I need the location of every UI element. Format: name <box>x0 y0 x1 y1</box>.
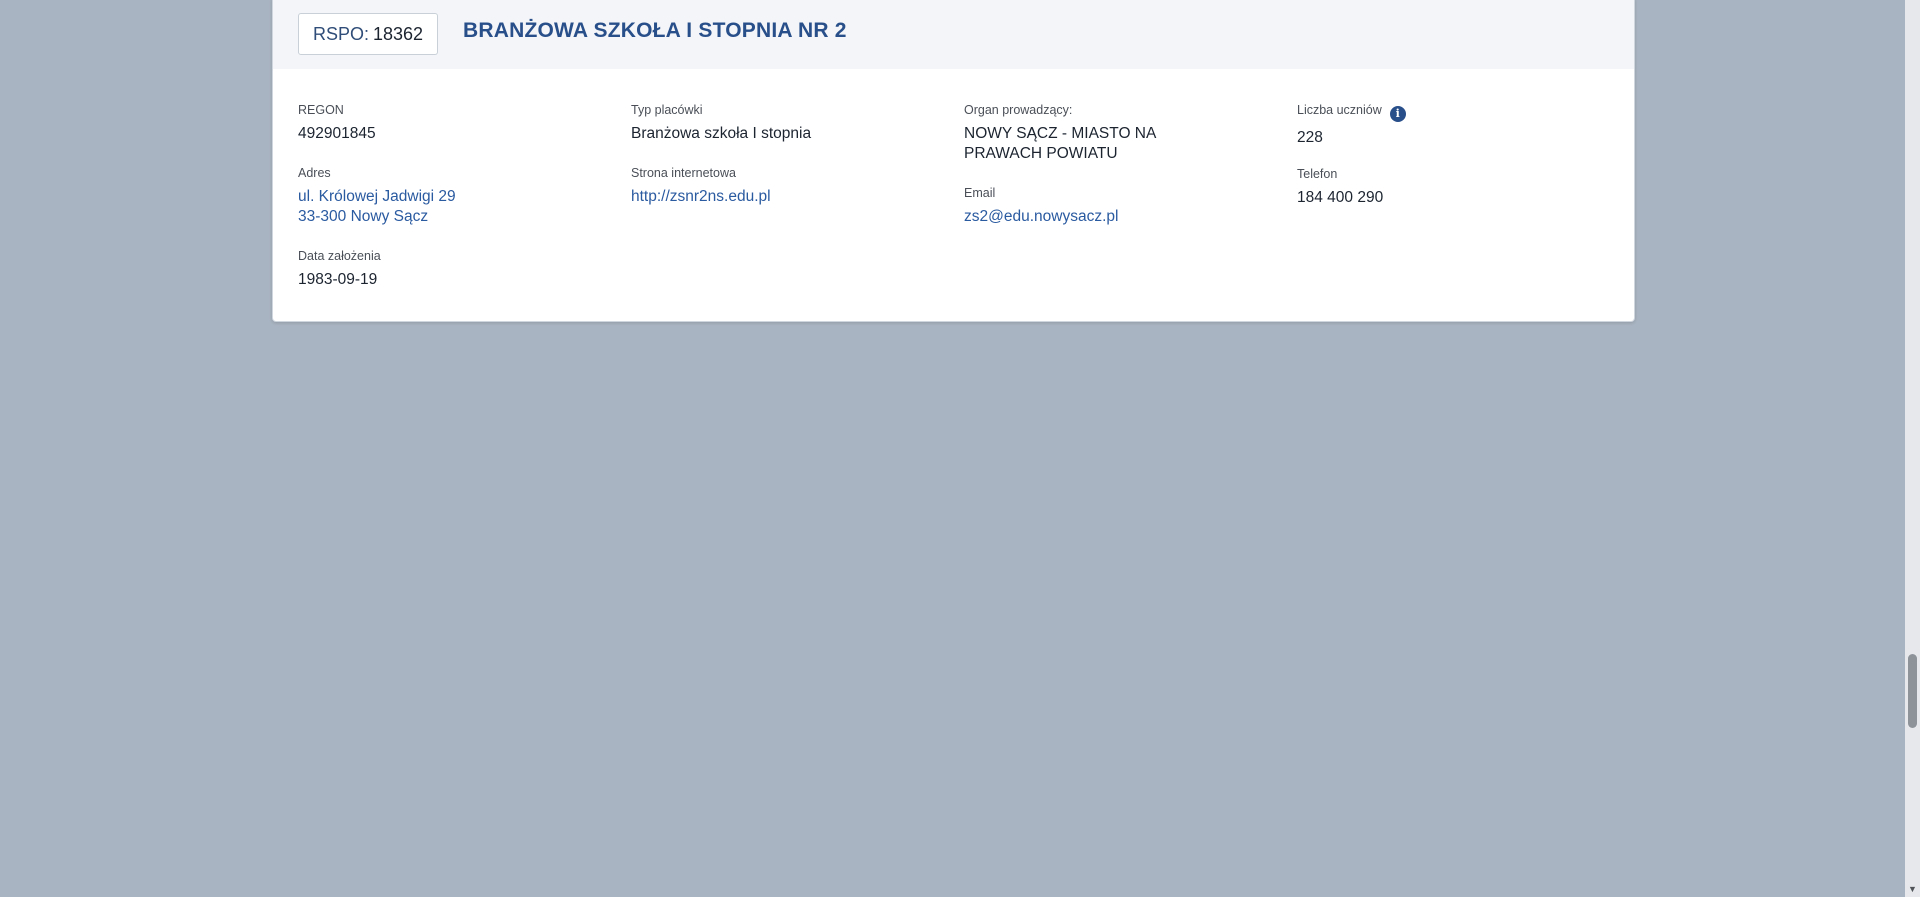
student-count-label: Liczba uczniów <box>1297 103 1382 117</box>
institution-type-label: Typ placówki <box>631 103 703 117</box>
scroll-down-arrow-icon[interactable]: ▼ <box>1905 883 1920 895</box>
website-link[interactable]: http://zsnr2ns.edu.pl <box>631 187 771 207</box>
address-link[interactable]: ul. Królowej Jadwigi 29 33-300 Nowy Sącz <box>298 187 456 227</box>
founding-date-value: 1983-09-19 <box>298 271 378 288</box>
governing-body-field: Organ prowadzący: NOWY SĄCZ - MIASTO NA … <box>964 102 1234 164</box>
scrollbar-thumb[interactable] <box>1908 654 1917 728</box>
rspo-label: RSPO: <box>312 23 369 44</box>
email-field: Email zs2@edu.nowysacz.pl <box>964 185 1118 227</box>
address-label: Adres <box>298 166 331 180</box>
rspo-badge: RSPO: 18362 <box>298 13 438 55</box>
student-count-label-row: Liczba uczniów i <box>1297 102 1406 122</box>
governing-body-label: Organ prowadzący: <box>964 103 1073 117</box>
email-label: Email <box>964 186 996 200</box>
school-name: BRANŻOWA SZKOŁA I STOPNIA NR 2 <box>463 19 847 42</box>
institution-type-field: Typ placówki Branżowa szkoła I stopnia <box>631 102 811 144</box>
website-label: Strona internetowa <box>631 166 736 180</box>
address-line2: 33-300 Nowy Sącz <box>298 208 429 225</box>
founding-date-field: Data założenia 1983-09-19 <box>298 248 381 290</box>
regon-value: 492901845 <box>298 125 376 142</box>
vertical-scrollbar[interactable]: ▼ <box>1905 0 1920 897</box>
regon-label: REGON <box>298 103 344 117</box>
student-count-value: 228 <box>1297 129 1323 146</box>
phone-label: Telefon <box>1297 167 1338 181</box>
regon-field: REGON 492901845 <box>298 102 376 144</box>
school-card: RSPO: 18362 BRANŻOWA SZKOŁA I STOPNIA NR… <box>272 0 1635 322</box>
website-field: Strona internetowa http://zsnr2ns.edu.pl <box>631 165 771 207</box>
phone-field: Telefon 184 400 290 <box>1297 166 1383 208</box>
rspo-value: 18362 <box>372 23 424 44</box>
student-count-field: Liczba uczniów i 228 <box>1297 102 1406 148</box>
card-header: RSPO: 18362 BRANŻOWA SZKOŁA I STOPNIA NR… <box>273 0 1634 69</box>
institution-type-value: Branżowa szkoła I stopnia <box>631 125 812 142</box>
founding-date-label: Data założenia <box>298 249 381 263</box>
governing-body-value: NOWY SĄCZ - MIASTO NA PRAWACH POWIATU <box>964 125 1156 162</box>
info-icon[interactable]: i <box>1389 106 1406 122</box>
phone-value: 184 400 290 <box>1297 189 1384 206</box>
address-field: Adres ul. Królowej Jadwigi 29 33-300 Now… <box>298 165 456 227</box>
address-line1: ul. Królowej Jadwigi 29 <box>298 188 456 205</box>
email-link[interactable]: zs2@edu.nowysacz.pl <box>964 207 1118 227</box>
